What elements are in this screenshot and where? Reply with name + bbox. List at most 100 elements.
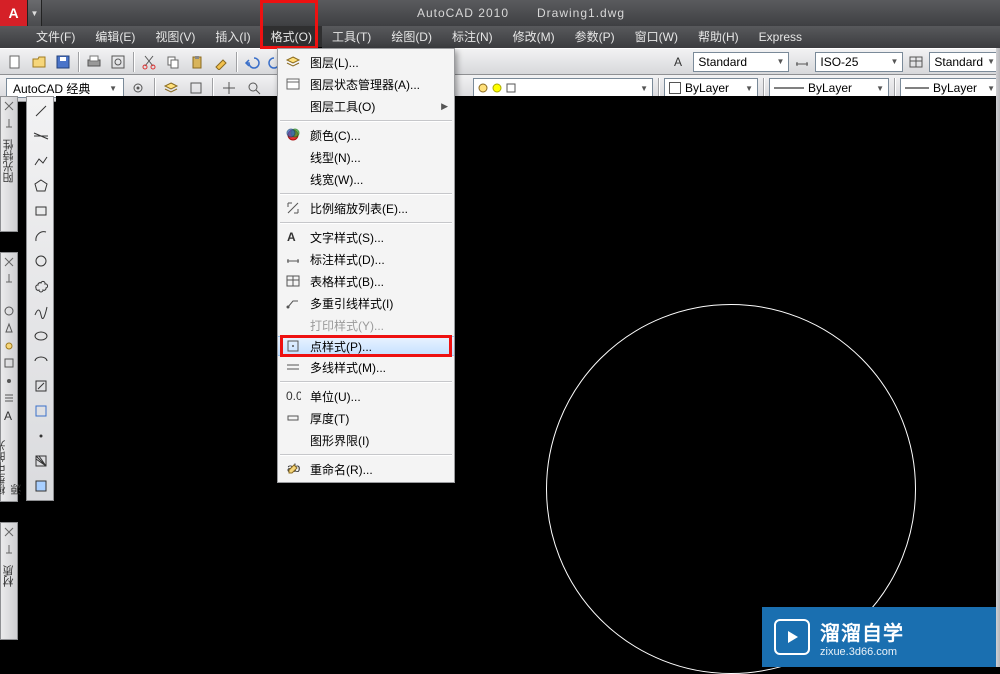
- menu-item[interactable]: 图层(L)...: [278, 51, 454, 73]
- menu-item-label: 文字样式(S)...: [310, 229, 384, 246]
- palette-lights[interactable]: A 模型中的光源: [0, 252, 18, 502]
- menu-8[interactable]: 修改(M): [503, 26, 565, 48]
- menu-7[interactable]: 标注(N): [442, 26, 503, 48]
- menu-1[interactable]: 编辑(E): [85, 26, 145, 48]
- ellipse-icon[interactable]: [29, 324, 53, 348]
- palette-title: 材质: [1, 559, 17, 593]
- app-logo[interactable]: A: [0, 0, 28, 26]
- text-style-icon[interactable]: A: [669, 51, 691, 73]
- menu-4[interactable]: 格式(O): [261, 26, 322, 48]
- menu-2[interactable]: 视图(V): [145, 26, 205, 48]
- linetype-combo[interactable]: ByLayer▼: [769, 78, 889, 98]
- mtext-a-icon[interactable]: A: [1, 408, 17, 424]
- light-web-icon[interactable]: [1, 356, 17, 372]
- menu-item[interactable]: 标注样式(D)...: [278, 248, 454, 270]
- lineweight-combo[interactable]: ByLayer▼: [900, 78, 1000, 98]
- menu-item[interactable]: 0.0单位(U)...: [278, 385, 454, 407]
- palette-close-icon[interactable]: [1, 98, 17, 114]
- menu-5[interactable]: 工具(T): [322, 26, 381, 48]
- plot-preview-icon[interactable]: [107, 51, 129, 73]
- menu-item[interactable]: 表格样式(B)...: [278, 270, 454, 292]
- dim-style-icon[interactable]: [791, 51, 813, 73]
- light-distant-icon[interactable]: [1, 338, 17, 354]
- menu-item[interactable]: ab重命名(R)...: [278, 458, 454, 480]
- drawing-canvas[interactable]: [56, 96, 1000, 667]
- menu-item-label: 图层(L)...: [310, 54, 359, 71]
- menu-10[interactable]: 窗口(W): [625, 26, 688, 48]
- hatch-icon[interactable]: [29, 449, 53, 473]
- menu-item[interactable]: 颜色(C)...: [278, 124, 454, 146]
- menu-12[interactable]: Express: [749, 26, 812, 48]
- text-style-combo[interactable]: Standard▼: [693, 52, 789, 72]
- workspace-combo[interactable]: AutoCAD 经典▼: [6, 78, 124, 98]
- palette-pin-icon[interactable]: [1, 542, 17, 558]
- polygon-icon[interactable]: [29, 174, 53, 198]
- title-text: AutoCAD 2010Drawing1.dwg: [42, 6, 1000, 20]
- light-list-icon[interactable]: [1, 391, 17, 407]
- paste-icon[interactable]: [186, 51, 208, 73]
- menu-item[interactable]: 图层工具(O)▶: [278, 95, 454, 117]
- revcloud-icon[interactable]: [29, 274, 53, 298]
- menu-item-label: 线型(N)...: [310, 149, 361, 166]
- gradient-icon[interactable]: [29, 474, 53, 498]
- light-spot-icon[interactable]: [1, 320, 17, 336]
- palette-materials[interactable]: 材质: [0, 522, 18, 640]
- save-icon[interactable]: [52, 51, 74, 73]
- menu-6[interactable]: 绘图(D): [381, 26, 442, 48]
- menu-item-label: 打印样式(Y)...: [310, 317, 384, 334]
- palette-pin-icon[interactable]: [1, 272, 17, 288]
- menu-11[interactable]: 帮助(H): [688, 26, 749, 48]
- block-icon[interactable]: [29, 399, 53, 423]
- table-style-combo[interactable]: Standard▼: [929, 52, 1000, 72]
- cut-icon[interactable]: [138, 51, 160, 73]
- thickness-icon: [284, 409, 302, 427]
- menu-item[interactable]: 多线样式(M)...: [278, 356, 454, 378]
- light-glyph-icon[interactable]: [1, 373, 17, 389]
- palette-close-icon[interactable]: [1, 524, 17, 540]
- layer-combo[interactable]: ▼: [473, 78, 653, 98]
- right-edge: [996, 48, 1000, 667]
- menu-9[interactable]: 参数(P): [565, 26, 625, 48]
- dim-style-combo[interactable]: ISO-25▼: [815, 52, 903, 72]
- table-style-icon[interactable]: [905, 51, 927, 73]
- menu-item[interactable]: 图形界限(I): [278, 429, 454, 451]
- point-icon: [284, 337, 302, 355]
- ellipse-arc-icon[interactable]: [29, 349, 53, 373]
- menu-item[interactable]: 线型(N)...: [278, 146, 454, 168]
- xline-icon[interactable]: [29, 124, 53, 148]
- menu-item[interactable]: 线宽(W)...: [278, 168, 454, 190]
- spline-icon[interactable]: [29, 299, 53, 323]
- menu-item[interactable]: 多重引线样式(I): [278, 292, 454, 314]
- menu-item-label: 多重引线样式(I): [310, 295, 393, 312]
- menu-item-label: 标注样式(D)...: [310, 251, 385, 268]
- palette-sun[interactable]: 阳光特性: [0, 96, 18, 232]
- menu-item[interactable]: A 文字样式(S)...: [278, 226, 454, 248]
- insert-icon[interactable]: [29, 374, 53, 398]
- menu-item[interactable]: 比例缩放列表(E)...: [278, 197, 454, 219]
- menu-item[interactable]: 点样式(P)...: [278, 336, 454, 356]
- circle-icon[interactable]: [29, 249, 53, 273]
- color-combo[interactable]: ByLayer▼: [664, 78, 758, 98]
- arc-icon[interactable]: [29, 224, 53, 248]
- pline-icon[interactable]: [29, 149, 53, 173]
- copy-icon[interactable]: [162, 51, 184, 73]
- play-icon: [774, 619, 810, 655]
- light-point-icon[interactable]: [1, 303, 17, 319]
- new-icon[interactable]: [4, 51, 26, 73]
- palette-pin-icon[interactable]: [1, 116, 17, 132]
- menu-3[interactable]: 插入(I): [205, 26, 260, 48]
- svg-text:A: A: [287, 230, 296, 244]
- match-prop-icon[interactable]: [210, 51, 232, 73]
- menu-item-label: 图层工具(O): [310, 98, 375, 115]
- menu-0[interactable]: 文件(F): [26, 26, 85, 48]
- open-icon[interactable]: [28, 51, 50, 73]
- app-menu-arrow[interactable]: ▼: [28, 0, 42, 26]
- rectangle-icon[interactable]: [29, 199, 53, 223]
- point-icon[interactable]: [29, 424, 53, 448]
- print-icon[interactable]: [83, 51, 105, 73]
- line-icon[interactable]: [29, 99, 53, 123]
- menu-item[interactable]: 厚度(T): [278, 407, 454, 429]
- menu-item[interactable]: 图层状态管理器(A)...: [278, 73, 454, 95]
- undo-icon[interactable]: [241, 51, 263, 73]
- palette-close-icon[interactable]: [1, 254, 17, 270]
